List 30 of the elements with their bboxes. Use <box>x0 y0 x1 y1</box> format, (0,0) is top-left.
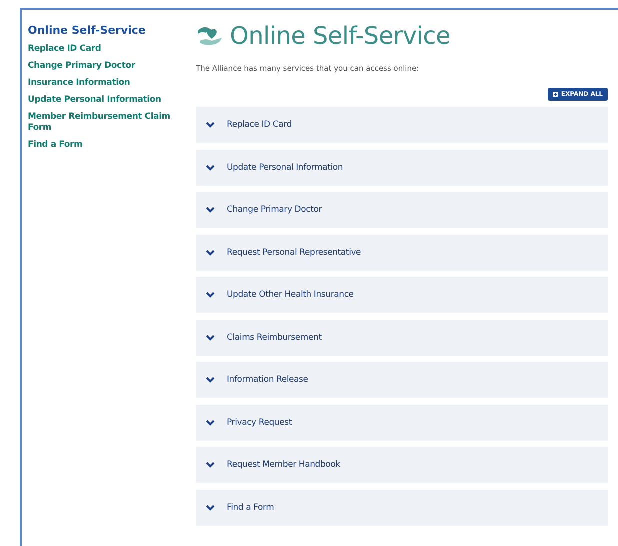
chevron-icon <box>206 420 215 426</box>
accordion-header[interactable]: Update Other Health Insurance <box>196 277 608 313</box>
chevron-icon <box>206 462 215 468</box>
accordion-header[interactable]: Request Member Handbook <box>196 447 608 483</box>
sidebar-link[interactable]: Find a Form <box>28 140 188 151</box>
accordion-header[interactable]: Request Personal Representative <box>196 234 608 270</box>
accordion-header[interactable]: Information Release <box>196 362 608 398</box>
plus-icon <box>553 92 558 97</box>
accordion-header[interactable]: Change Primary Doctor <box>196 192 608 228</box>
sidebar-link[interactable]: Replace ID Card <box>28 44 188 55</box>
accordion-header[interactable]: Find a Form <box>196 490 608 526</box>
sidebar-link[interactable]: Change Primary Doctor <box>28 61 188 72</box>
sidebar-link[interactable]: Update Personal Information <box>28 95 188 106</box>
chevron-icon <box>206 292 215 298</box>
accordion-header[interactable]: Privacy Request <box>196 404 608 440</box>
accordion-header[interactable]: Update Personal Information <box>196 150 608 186</box>
sidebar-title: Online Self-Service <box>28 24 147 37</box>
chevron-icon <box>206 207 215 213</box>
sidebar-link[interactable]: Insurance Information <box>28 78 188 89</box>
chevron-icon <box>206 122 215 128</box>
accordion-header[interactable]: Replace ID Card <box>196 107 608 143</box>
chevron-icon <box>206 377 215 383</box>
page-title: Online Self-Service <box>230 22 451 50</box>
sidebar-link[interactable]: Member Reimbursement Claim Form <box>28 112 188 134</box>
chevron-icon <box>206 504 215 510</box>
chevron-icon <box>206 334 215 340</box>
chevron-icon <box>206 164 215 170</box>
chevron-icon <box>206 250 215 256</box>
hand-heart-icon <box>196 25 224 47</box>
accordion-header[interactable]: Claims Reimbursement <box>196 320 608 356</box>
